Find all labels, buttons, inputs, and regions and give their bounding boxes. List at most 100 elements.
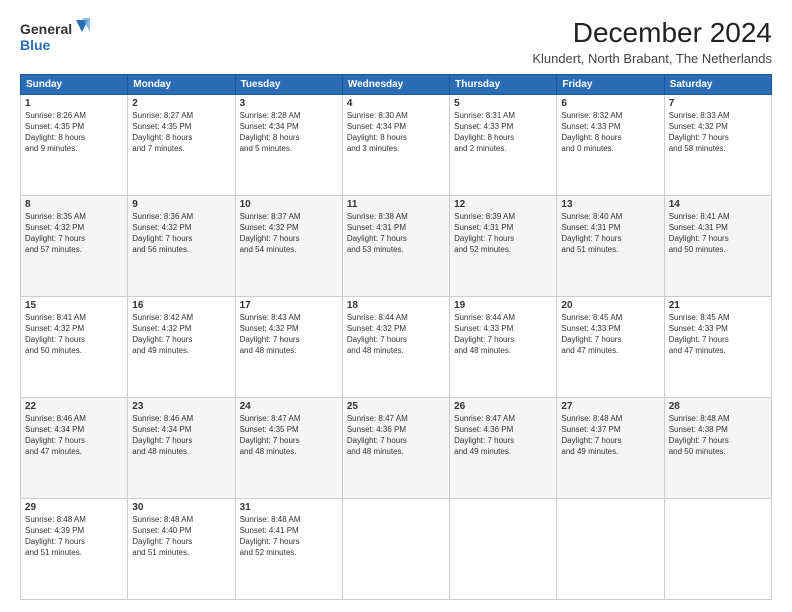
day-info: Sunrise: 8:47 AM Sunset: 4:36 PM Dayligh…	[347, 413, 445, 458]
day-cell: 30Sunrise: 8:48 AM Sunset: 4:40 PM Dayli…	[128, 498, 235, 599]
day-number: 19	[454, 300, 552, 311]
day-cell: 11Sunrise: 8:38 AM Sunset: 4:31 PM Dayli…	[342, 195, 449, 296]
day-number: 18	[347, 300, 445, 311]
day-info: Sunrise: 8:41 AM Sunset: 4:31 PM Dayligh…	[669, 211, 767, 256]
header: General Blue December 2024 Klundert, Nor…	[20, 18, 772, 66]
day-info: Sunrise: 8:45 AM Sunset: 4:33 PM Dayligh…	[561, 312, 659, 357]
day-cell: 16Sunrise: 8:42 AM Sunset: 4:32 PM Dayli…	[128, 296, 235, 397]
day-info: Sunrise: 8:37 AM Sunset: 4:32 PM Dayligh…	[240, 211, 338, 256]
day-number: 22	[25, 401, 123, 412]
day-info: Sunrise: 8:46 AM Sunset: 4:34 PM Dayligh…	[25, 413, 123, 458]
day-cell	[664, 498, 771, 599]
day-cell: 29Sunrise: 8:48 AM Sunset: 4:39 PM Dayli…	[21, 498, 128, 599]
logo-svg: General Blue	[20, 18, 90, 58]
week-row-3: 15Sunrise: 8:41 AM Sunset: 4:32 PM Dayli…	[21, 296, 772, 397]
day-number: 13	[561, 199, 659, 210]
weekday-header-row: SundayMondayTuesdayWednesdayThursdayFrid…	[21, 74, 772, 94]
day-cell: 31Sunrise: 8:48 AM Sunset: 4:41 PM Dayli…	[235, 498, 342, 599]
day-number: 12	[454, 199, 552, 210]
logo: General Blue	[20, 18, 90, 58]
day-info: Sunrise: 8:46 AM Sunset: 4:34 PM Dayligh…	[132, 413, 230, 458]
day-info: Sunrise: 8:27 AM Sunset: 4:35 PM Dayligh…	[132, 110, 230, 155]
day-cell: 21Sunrise: 8:45 AM Sunset: 4:33 PM Dayli…	[664, 296, 771, 397]
day-cell: 26Sunrise: 8:47 AM Sunset: 4:36 PM Dayli…	[450, 397, 557, 498]
day-cell: 25Sunrise: 8:47 AM Sunset: 4:36 PM Dayli…	[342, 397, 449, 498]
day-cell: 24Sunrise: 8:47 AM Sunset: 4:35 PM Dayli…	[235, 397, 342, 498]
day-cell: 10Sunrise: 8:37 AM Sunset: 4:32 PM Dayli…	[235, 195, 342, 296]
week-row-1: 1Sunrise: 8:26 AM Sunset: 4:35 PM Daylig…	[21, 94, 772, 195]
day-info: Sunrise: 8:45 AM Sunset: 4:33 PM Dayligh…	[669, 312, 767, 357]
day-cell: 19Sunrise: 8:44 AM Sunset: 4:33 PM Dayli…	[450, 296, 557, 397]
day-cell: 4Sunrise: 8:30 AM Sunset: 4:34 PM Daylig…	[342, 94, 449, 195]
day-cell: 6Sunrise: 8:32 AM Sunset: 4:33 PM Daylig…	[557, 94, 664, 195]
day-cell: 5Sunrise: 8:31 AM Sunset: 4:33 PM Daylig…	[450, 94, 557, 195]
day-number: 8	[25, 199, 123, 210]
day-number: 17	[240, 300, 338, 311]
day-cell: 23Sunrise: 8:46 AM Sunset: 4:34 PM Dayli…	[128, 397, 235, 498]
day-info: Sunrise: 8:36 AM Sunset: 4:32 PM Dayligh…	[132, 211, 230, 256]
day-number: 7	[669, 98, 767, 109]
subtitle: Klundert, North Brabant, The Netherlands	[532, 51, 772, 66]
day-info: Sunrise: 8:42 AM Sunset: 4:32 PM Dayligh…	[132, 312, 230, 357]
day-cell: 9Sunrise: 8:36 AM Sunset: 4:32 PM Daylig…	[128, 195, 235, 296]
day-number: 23	[132, 401, 230, 412]
day-info: Sunrise: 8:48 AM Sunset: 4:38 PM Dayligh…	[669, 413, 767, 458]
day-number: 4	[347, 98, 445, 109]
day-number: 24	[240, 401, 338, 412]
day-info: Sunrise: 8:28 AM Sunset: 4:34 PM Dayligh…	[240, 110, 338, 155]
day-number: 10	[240, 199, 338, 210]
day-cell: 27Sunrise: 8:48 AM Sunset: 4:37 PM Dayli…	[557, 397, 664, 498]
day-cell: 28Sunrise: 8:48 AM Sunset: 4:38 PM Dayli…	[664, 397, 771, 498]
day-info: Sunrise: 8:48 AM Sunset: 4:41 PM Dayligh…	[240, 514, 338, 559]
day-cell: 14Sunrise: 8:41 AM Sunset: 4:31 PM Dayli…	[664, 195, 771, 296]
day-number: 2	[132, 98, 230, 109]
day-number: 14	[669, 199, 767, 210]
day-number: 16	[132, 300, 230, 311]
day-info: Sunrise: 8:47 AM Sunset: 4:35 PM Dayligh…	[240, 413, 338, 458]
day-info: Sunrise: 8:39 AM Sunset: 4:31 PM Dayligh…	[454, 211, 552, 256]
svg-text:Blue: Blue	[20, 37, 51, 53]
day-cell	[557, 498, 664, 599]
day-cell: 7Sunrise: 8:33 AM Sunset: 4:32 PM Daylig…	[664, 94, 771, 195]
weekday-header-sunday: Sunday	[21, 74, 128, 94]
day-info: Sunrise: 8:30 AM Sunset: 4:34 PM Dayligh…	[347, 110, 445, 155]
day-cell	[450, 498, 557, 599]
day-cell	[342, 498, 449, 599]
day-cell: 1Sunrise: 8:26 AM Sunset: 4:35 PM Daylig…	[21, 94, 128, 195]
day-number: 28	[669, 401, 767, 412]
day-info: Sunrise: 8:44 AM Sunset: 4:32 PM Dayligh…	[347, 312, 445, 357]
day-cell: 15Sunrise: 8:41 AM Sunset: 4:32 PM Dayli…	[21, 296, 128, 397]
day-number: 25	[347, 401, 445, 412]
day-info: Sunrise: 8:38 AM Sunset: 4:31 PM Dayligh…	[347, 211, 445, 256]
day-cell: 3Sunrise: 8:28 AM Sunset: 4:34 PM Daylig…	[235, 94, 342, 195]
weekday-header-friday: Friday	[557, 74, 664, 94]
day-number: 9	[132, 199, 230, 210]
day-number: 30	[132, 502, 230, 513]
weekday-header-thursday: Thursday	[450, 74, 557, 94]
weekday-header-saturday: Saturday	[664, 74, 771, 94]
svg-text:General: General	[20, 21, 72, 37]
day-number: 3	[240, 98, 338, 109]
day-number: 26	[454, 401, 552, 412]
day-number: 11	[347, 199, 445, 210]
day-info: Sunrise: 8:26 AM Sunset: 4:35 PM Dayligh…	[25, 110, 123, 155]
weekday-header-tuesday: Tuesday	[235, 74, 342, 94]
week-row-2: 8Sunrise: 8:35 AM Sunset: 4:32 PM Daylig…	[21, 195, 772, 296]
day-number: 1	[25, 98, 123, 109]
main-title: December 2024	[532, 18, 772, 49]
day-info: Sunrise: 8:47 AM Sunset: 4:36 PM Dayligh…	[454, 413, 552, 458]
day-info: Sunrise: 8:48 AM Sunset: 4:37 PM Dayligh…	[561, 413, 659, 458]
day-info: Sunrise: 8:40 AM Sunset: 4:31 PM Dayligh…	[561, 211, 659, 256]
day-cell: 17Sunrise: 8:43 AM Sunset: 4:32 PM Dayli…	[235, 296, 342, 397]
day-info: Sunrise: 8:48 AM Sunset: 4:39 PM Dayligh…	[25, 514, 123, 559]
day-info: Sunrise: 8:48 AM Sunset: 4:40 PM Dayligh…	[132, 514, 230, 559]
day-cell: 12Sunrise: 8:39 AM Sunset: 4:31 PM Dayli…	[450, 195, 557, 296]
day-number: 31	[240, 502, 338, 513]
day-info: Sunrise: 8:35 AM Sunset: 4:32 PM Dayligh…	[25, 211, 123, 256]
week-row-4: 22Sunrise: 8:46 AM Sunset: 4:34 PM Dayli…	[21, 397, 772, 498]
day-cell: 2Sunrise: 8:27 AM Sunset: 4:35 PM Daylig…	[128, 94, 235, 195]
calendar-table: SundayMondayTuesdayWednesdayThursdayFrid…	[20, 74, 772, 600]
day-number: 5	[454, 98, 552, 109]
day-info: Sunrise: 8:44 AM Sunset: 4:33 PM Dayligh…	[454, 312, 552, 357]
title-block: December 2024 Klundert, North Brabant, T…	[532, 18, 772, 66]
